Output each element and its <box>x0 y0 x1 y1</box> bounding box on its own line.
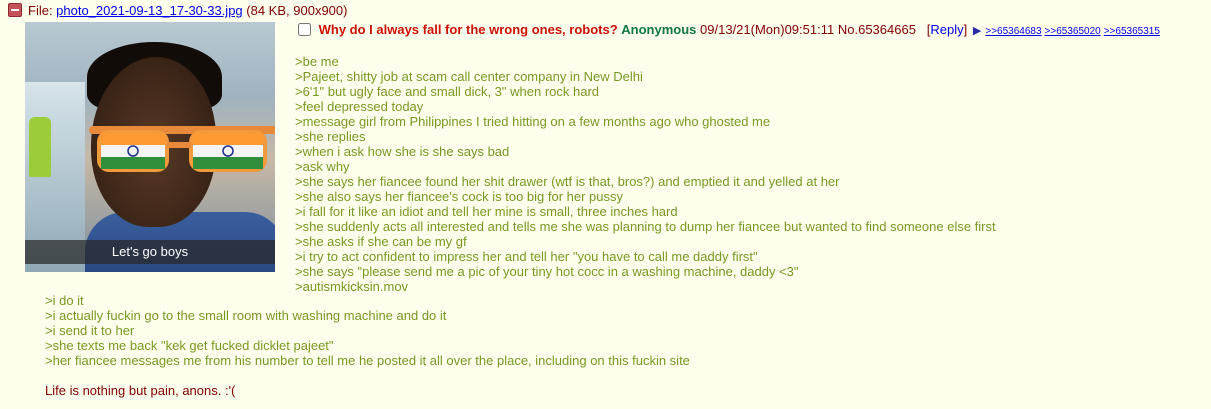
backlink[interactable]: >>65365315 <box>1104 26 1160 37</box>
thumbnail-caption: Let's go boys <box>25 240 275 264</box>
greentext-line: >feel depressed today <box>295 99 424 114</box>
greentext-line: >6'1" but ugly face and small dick, 3" w… <box>295 84 600 99</box>
file-link[interactable]: photo_2021-09-13_17-30-33.jpg <box>56 3 243 18</box>
post-body-bottom: >i do it >i actually fuckin go to the sm… <box>45 293 690 368</box>
greentext-line: >i do it <box>45 293 84 308</box>
file-info: File: photo_2021-09-13_17-30-33.jpg (84 … <box>8 3 347 18</box>
greentext-line: >she replies <box>295 129 366 144</box>
file-label: File: <box>28 3 57 18</box>
greentext-line: >she texts me back "kek get fucked dickl… <box>45 338 334 353</box>
flag-sunglasses-icon <box>89 126 275 172</box>
greentext-line: >when i ask how she is she says bad <box>295 144 510 159</box>
post-datetime: 09/13/21(Mon)09:51:11 <box>700 22 835 37</box>
greentext-line: >she asks if she can be my gf <box>295 234 467 249</box>
greentext-line: >i try to act confident to impress her a… <box>295 249 758 264</box>
post-select-checkbox[interactable] <box>298 23 311 36</box>
greentext-line: >her fiancee messages me from his number… <box>45 353 690 368</box>
reply-bracket-close: ] <box>963 22 968 37</box>
greentext-line: >message girl from Philippines I tried h… <box>295 114 771 129</box>
post-final-line: Life is nothing but pain, anons. :'( <box>45 383 236 398</box>
thumbnail-bystander <box>29 117 51 177</box>
backlinks: >>65364683 >>65365020 >>65365315 <box>985 22 1163 37</box>
post-header: Why do I always fall for the wrong ones,… <box>298 22 1163 37</box>
greentext-line: >be me <box>295 54 339 69</box>
poster-name: Anonymous <box>621 22 697 37</box>
greentext-line: >she also says her fiancee's cock is too… <box>295 189 624 204</box>
file-meta: (84 KB, 900x900) <box>242 3 348 18</box>
post-body-top: >be me >Pajeet, shitty job at scam call … <box>295 54 996 294</box>
greentext-line: >Pajeet, shitty job at scam call center … <box>295 69 643 84</box>
backlink[interactable]: >>65364683 <box>985 26 1041 37</box>
greentext-line: >i send it to her <box>45 323 135 338</box>
greentext-line: >autismkicksin.mov <box>295 279 409 294</box>
greentext-line: >she says her fiancee found her shit dra… <box>295 174 840 189</box>
greentext-line: >she suddenly acts all interested and te… <box>295 219 996 234</box>
post-number[interactable]: No.65364665 <box>838 22 916 37</box>
post-menu-arrow-icon[interactable]: ▶ <box>973 25 981 37</box>
reply-link[interactable]: Reply <box>930 22 963 37</box>
greentext-line: >she says "please send me a pic of your … <box>295 264 799 279</box>
post-subject: Why do I always fall for the wrong ones,… <box>318 22 618 37</box>
backlink[interactable]: >>65365020 <box>1045 26 1101 37</box>
post-thumbnail[interactable]: Let's go boys <box>25 22 275 272</box>
reply-wrapper: [Reply] <box>927 22 968 37</box>
greentext-line: >i actually fuckin go to the small room … <box>45 308 447 323</box>
hide-post-minus-icon[interactable] <box>8 3 22 17</box>
greentext-line: >i fall for it like an idiot and tell he… <box>295 204 678 219</box>
greentext-line: >ask why <box>295 159 350 174</box>
